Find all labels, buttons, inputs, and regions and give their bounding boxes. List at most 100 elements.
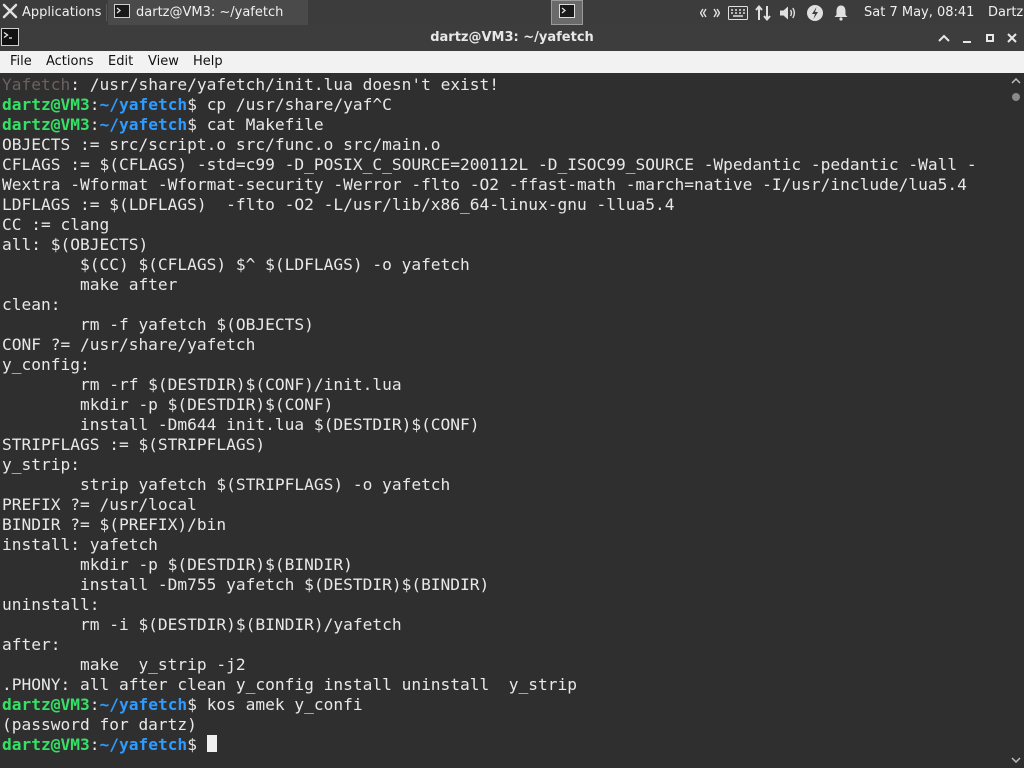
output-text: CONF ?= /usr/share/yafetch <box>2 335 256 354</box>
terminal-line: CC := clang <box>2 215 977 235</box>
keyboard-switch-icon[interactable] <box>698 0 722 25</box>
menubar: File Actions Edit View Help <box>0 51 1024 74</box>
output-text: after: <box>2 635 61 654</box>
output-text: strip yafetch $(STRIPFLAGS) -o yafetch <box>2 475 451 494</box>
output-text: LDFLAGS := $(LDFLAGS) -flto -O2 -L/usr/l… <box>2 195 675 214</box>
output-text: all: $(OBJECTS) <box>2 235 149 254</box>
output-text: uninstall: <box>2 595 100 614</box>
window-title: dartz@VM3: ~/yafetch <box>430 30 594 45</box>
minimize-button[interactable] <box>958 29 976 47</box>
keyboard-icon[interactable] <box>726 0 750 25</box>
output-text: $(CC) $(CFLAGS) $^ $(LDFLAGS) -o yafetch <box>2 255 470 274</box>
taskbar-item-terminal[interactable]: dartz@VM3: ~/yafetch <box>108 0 308 25</box>
terminal-line: $(CC) $(CFLAGS) $^ $(LDFLAGS) -o yafetch <box>2 255 977 275</box>
menu-actions[interactable]: Actions <box>46 51 94 73</box>
applications-label: Applications <box>22 5 102 20</box>
terminal-line: all: $(OBJECTS) <box>2 235 977 255</box>
prompt-user: dartz@VM3 <box>2 95 90 114</box>
output-text: mkdir -p $(DESTDIR)$(BINDIR) <box>2 555 353 574</box>
output-text: install: yafetch <box>2 535 158 554</box>
applications-icon <box>2 3 18 23</box>
terminal-line: rm -i $(DESTDIR)$(BINDIR)/yafetch <box>2 615 977 635</box>
terminal-line: (password for dartz) <box>2 715 977 735</box>
scroll-thumb[interactable] <box>1012 93 1020 101</box>
terminal-line: y_config: <box>2 355 977 375</box>
command-text: cat Makefile <box>206 115 324 134</box>
panel-separator <box>106 4 107 21</box>
output-text: make after <box>2 275 178 294</box>
terminal-line: rm -rf $(DESTDIR)$(CONF)/init.lua <box>2 375 977 395</box>
terminal-line: OBJECTS := src/script.o src/func.o src/m… <box>2 135 977 155</box>
terminal-scrollbar[interactable] <box>1008 73 1024 768</box>
output-text: rm -i $(DESTDIR)$(BINDIR)/yafetch <box>2 615 402 634</box>
prompt-user: dartz@VM3 <box>2 115 90 134</box>
terminal-line: dartz@VM3:~/yafetch$ <box>2 735 977 755</box>
terminal-icon <box>114 3 130 22</box>
prompt-user: dartz@VM3 <box>2 695 90 714</box>
output-text: CFLAGS := $(CFLAGS) -std=c99 -D_POSIX_C_… <box>2 155 977 174</box>
terminal-line: dartz@VM3:~/yafetch$ cat Makefile <box>2 115 977 135</box>
terminal-line: PREFIX ?= /usr/local <box>2 495 977 515</box>
text-cursor <box>206 735 217 752</box>
terminal-launcher-button[interactable] <box>551 0 583 25</box>
terminal-line: mkdir -p $(DESTDIR)$(CONF) <box>2 395 977 415</box>
clock[interactable]: Sat 7 May, 08:41 <box>864 0 974 25</box>
terminal-line: dartz@VM3:~/yafetch$ cp /usr/share/yaf^C <box>2 95 977 115</box>
network-icon[interactable] <box>752 0 774 25</box>
terminal-lines: Yafetch: /usr/share/yafetch/init.lua doe… <box>2 75 977 755</box>
terminal-line: Wextra -Wformat -Wformat-security -Werro… <box>2 175 977 195</box>
top-panel: Applications dartz@VM3: ~/yafetch Sat 7 … <box>0 0 1024 25</box>
roll-up-button[interactable] <box>935 29 953 47</box>
notifications-bell-icon[interactable] <box>830 0 852 25</box>
user-menu[interactable]: Dartz <box>988 0 1023 25</box>
prompt-user: dartz@VM3 <box>2 735 90 754</box>
prompt-separator: : <box>89 735 100 754</box>
terminal-line: Yafetch: /usr/share/yafetch/init.lua doe… <box>2 75 977 95</box>
terminal-line: install -Dm644 init.lua $(DESTDIR)$(CONF… <box>2 415 977 435</box>
terminal-line: BINDIR ?= $(PREFIX)/bin <box>2 515 977 535</box>
output-text: (password for dartz) <box>2 715 197 734</box>
terminal-line: dartz@VM3:~/yafetch$ kos amek y_confi <box>2 695 977 715</box>
prompt-end: $ <box>187 695 207 714</box>
error-prefix: Yafetch <box>2 75 71 94</box>
menu-help[interactable]: Help <box>193 51 223 73</box>
prompt-end: $ <box>187 735 207 754</box>
output-text: BINDIR ?= $(PREFIX)/bin <box>2 515 227 534</box>
prompt-end: $ <box>187 95 207 114</box>
terminal-line: LDFLAGS := $(LDFLAGS) -flto -O2 -L/usr/l… <box>2 195 977 215</box>
terminal-line: mkdir -p $(DESTDIR)$(BINDIR) <box>2 555 977 575</box>
window-titlebar[interactable]: dartz@VM3: ~/yafetch <box>0 25 1024 51</box>
prompt-path: ~/yafetch <box>99 735 188 754</box>
prompt-path: ~/yafetch <box>99 695 188 714</box>
maximize-button[interactable] <box>981 29 999 47</box>
terminal-line: CFLAGS := $(CFLAGS) -std=c99 -D_POSIX_C_… <box>2 155 977 175</box>
terminal-line: clean: <box>2 295 977 315</box>
terminal-output[interactable]: Yafetch: /usr/share/yafetch/init.lua doe… <box>0 73 1008 768</box>
volume-icon[interactable] <box>777 0 799 25</box>
command-text: cp /usr/share/yaf^C <box>206 95 392 114</box>
scroll-down-arrow-icon[interactable] <box>1008 752 1024 768</box>
output-text: .PHONY: all after clean y_config install… <box>2 675 577 694</box>
output-text: mkdir -p $(DESTDIR)$(CONF) <box>2 395 334 414</box>
applications-menu[interactable]: Applications <box>0 0 101 25</box>
power-icon[interactable] <box>804 0 826 25</box>
prompt-end: $ <box>187 115 207 134</box>
command-text: kos amek y_confi <box>206 695 363 714</box>
output-text: PREFIX ?= /usr/local <box>2 495 197 514</box>
terminal-line: after: <box>2 635 977 655</box>
prompt-separator: : <box>89 115 100 134</box>
terminal-line: CONF ?= /usr/share/yafetch <box>2 335 977 355</box>
terminal-line: uninstall: <box>2 595 977 615</box>
menu-file[interactable]: File <box>10 51 32 73</box>
output-text: STRIPFLAGS := $(STRIPFLAGS) <box>2 435 266 454</box>
scroll-up-arrow-icon[interactable] <box>1008 73 1024 89</box>
output-text: Wextra -Wformat -Wformat-security -Werro… <box>2 175 967 194</box>
menu-view[interactable]: View <box>148 51 179 73</box>
output-text: install -Dm755 yafetch $(DESTDIR)$(BINDI… <box>2 575 490 594</box>
prompt-separator: : <box>89 695 100 714</box>
output-text: OBJECTS := src/script.o src/func.o src/m… <box>2 135 441 154</box>
menu-edit[interactable]: Edit <box>108 51 133 73</box>
taskbar-item-label: dartz@VM3: ~/yafetch <box>136 5 284 20</box>
close-button[interactable] <box>1003 29 1021 47</box>
prompt-path: ~/yafetch <box>99 95 188 114</box>
